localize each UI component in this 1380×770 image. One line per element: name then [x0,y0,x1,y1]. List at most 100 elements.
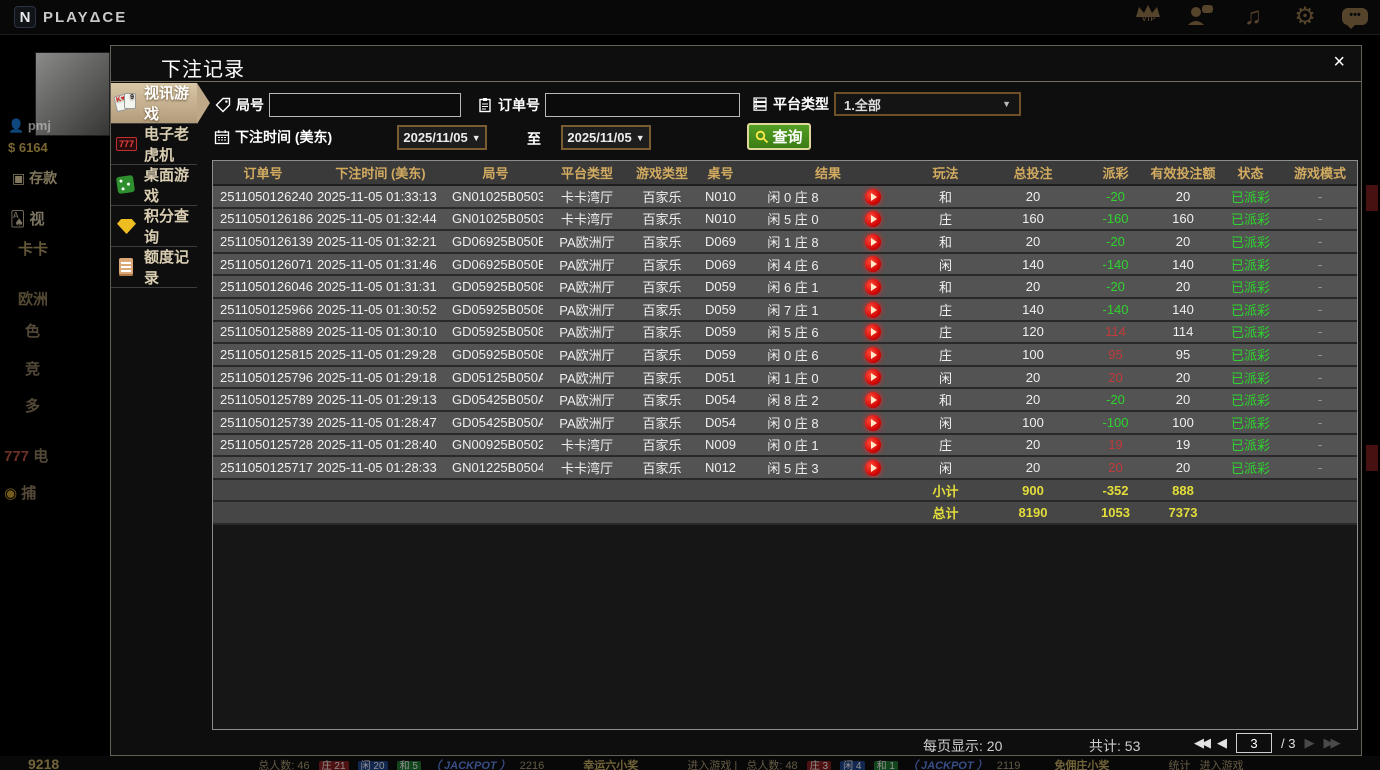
sidebar-item-credit-records[interactable]: 额度记录 [111,247,197,288]
replay-play-icon[interactable] [865,256,881,272]
cell-status: 已派彩 [1218,275,1283,298]
cell-valid-bet: 20 [1148,388,1218,411]
cell-order-number: 251105012571785 [213,456,313,479]
sidebar-item-table-games[interactable]: 桌面游戏 [111,165,197,206]
modal-title: 下注记录 [161,53,245,82]
bg-nav-duo: 多 [25,395,40,416]
header-total-bet: 总投注 [983,161,1083,185]
cell-status: 已派彩 [1218,208,1283,231]
chat-icon[interactable]: ••• [1342,3,1372,31]
order-input[interactable] [545,93,740,117]
cell-bet-time: 2025-11-05 01:28:47 [313,411,448,434]
cell-order-number: 251105012604617 [213,275,313,298]
cell-table-number: D054 [693,411,748,434]
replay-play-icon[interactable] [865,302,881,318]
last-page-button[interactable]: ▶▶ [1323,735,1337,751]
order-label: 订单号 [498,95,540,115]
platform-filter: 平台类型 1.全部 ▼ [752,92,1021,116]
cell-bet-type: 庄 [908,208,983,231]
header-bet-type: 玩法 [908,161,983,185]
cell-total-bet: 100 [983,343,1083,366]
cell-payout: -140 [1083,253,1148,276]
customer-service-icon[interactable] [1186,3,1216,31]
date-to-picker[interactable]: 2025/11/05 ▼ [561,125,651,150]
music-icon[interactable]: ♫ [1238,3,1268,31]
cell-bet-time: 2025-11-05 01:29:13 [313,388,448,411]
cell-game-type: 百家乐 [631,321,693,344]
replay-play-icon[interactable] [865,189,881,205]
clipboard-icon [477,97,493,113]
cell-total-bet: 140 [983,253,1083,276]
cell-order-number: 251105012613909 [213,230,313,253]
cell-replay [838,343,908,366]
cell-round-number: GN00925B0502X [448,434,543,457]
cell-game-type: 百家乐 [631,230,693,253]
table-row: 2511050125889202025-11-05 01:30:10GD0592… [213,321,1357,344]
cell-payout: 95 [1083,343,1148,366]
cell-table-number: N012 [693,456,748,479]
replay-play-icon[interactable] [865,460,881,476]
cell-game-mode: - [1283,253,1357,276]
table-row: 2511050126186282025-11-05 01:32:44GN0102… [213,208,1357,231]
cell-payout: -20 [1083,275,1148,298]
first-page-button[interactable]: ◀◀ [1194,735,1208,751]
search-button[interactable]: 查询 [747,123,811,150]
sidebar-item-label: 电子老虎机 [144,123,197,165]
sidebar-item-slots[interactable]: 777 电子老虎机 [111,124,197,165]
header-game-mode: 游戏模式 [1283,161,1357,185]
replay-play-icon[interactable] [865,211,881,227]
platform-selected-value: 1.全部 [844,95,881,114]
prev-page-button[interactable]: ◀ [1217,735,1227,751]
table-row: 2511050126139092025-11-05 01:32:21GD0692… [213,230,1357,253]
replay-play-icon[interactable] [865,437,881,453]
cell-round-number: GD05425B050A4 [448,411,543,434]
cell-total-bet: 20 [983,230,1083,253]
app-logo[interactable]: N PLAYΔCE [14,6,127,28]
cell-replay [838,411,908,434]
replay-play-icon[interactable] [865,415,881,431]
replay-play-icon[interactable] [865,392,881,408]
round-input[interactable] [269,93,461,117]
cell-result: 闲 4 庄 6 [748,253,838,276]
cell-order-number: 251105012579693 [213,366,313,389]
table-row: 2511050125739392025-11-05 01:28:47GD0542… [213,411,1357,434]
sidebar-item-live-games[interactable]: K♥9 视讯游戏 [111,83,197,124]
cell-result: 闲 1 庄 0 [748,366,838,389]
replay-play-icon[interactable] [865,234,881,250]
cell-total-bet: 140 [983,298,1083,321]
cell-bet-time: 2025-11-05 01:32:21 [313,230,448,253]
replay-play-icon[interactable] [865,279,881,295]
cell-platform: PA欧洲厅 [543,230,631,253]
cell-round-number: GN01025B0503J [448,208,543,231]
cell-payout: -20 [1083,388,1148,411]
cell-bet-type: 闲 [908,253,983,276]
cell-bet-time: 2025-11-05 01:28:33 [313,456,448,479]
page-total-label: / 3 [1281,736,1295,751]
replay-play-icon[interactable] [865,324,881,340]
total-total-bet: 8190 [983,501,1083,524]
subtotal-row: 小计 900 -352 888 [213,479,1357,502]
replay-play-icon[interactable] [865,369,881,385]
date-to-value: 2025/11/05 [567,130,631,145]
bet-records-table: 订单号 下注时间 (美东) 局号 平台类型 游戏类型 桌号 结果 玩法 总投注 … [213,161,1357,525]
cell-valid-bet: 20 [1148,275,1218,298]
total-label: 总计 [908,501,983,524]
close-icon[interactable]: × [1333,52,1345,72]
cell-status: 已派彩 [1218,366,1283,389]
logo-text: PLAYΔCE [43,9,127,26]
total-valid-bet: 7373 [1148,501,1218,524]
date-from-picker[interactable]: 2025/11/05 ▼ [397,125,487,150]
vip-icon[interactable]: VIP [1134,3,1164,31]
cell-status: 已派彩 [1218,388,1283,411]
replay-play-icon[interactable] [865,347,881,363]
cell-bet-time: 2025-11-05 01:32:44 [313,208,448,231]
sidebar-item-points[interactable]: 积分查询 [111,206,197,247]
date-from-value: 2025/11/05 [403,130,467,145]
platform-select[interactable]: 1.全部 ▼ [834,92,1021,116]
gear-icon[interactable]: ⚙ [1290,3,1320,31]
page-input[interactable] [1236,733,1272,753]
chevron-down-icon: ▼ [636,133,645,143]
header-payout: 派彩 [1083,161,1148,185]
next-page-button[interactable]: ▶ [1304,735,1314,751]
cell-bet-time: 2025-11-05 01:30:10 [313,321,448,344]
